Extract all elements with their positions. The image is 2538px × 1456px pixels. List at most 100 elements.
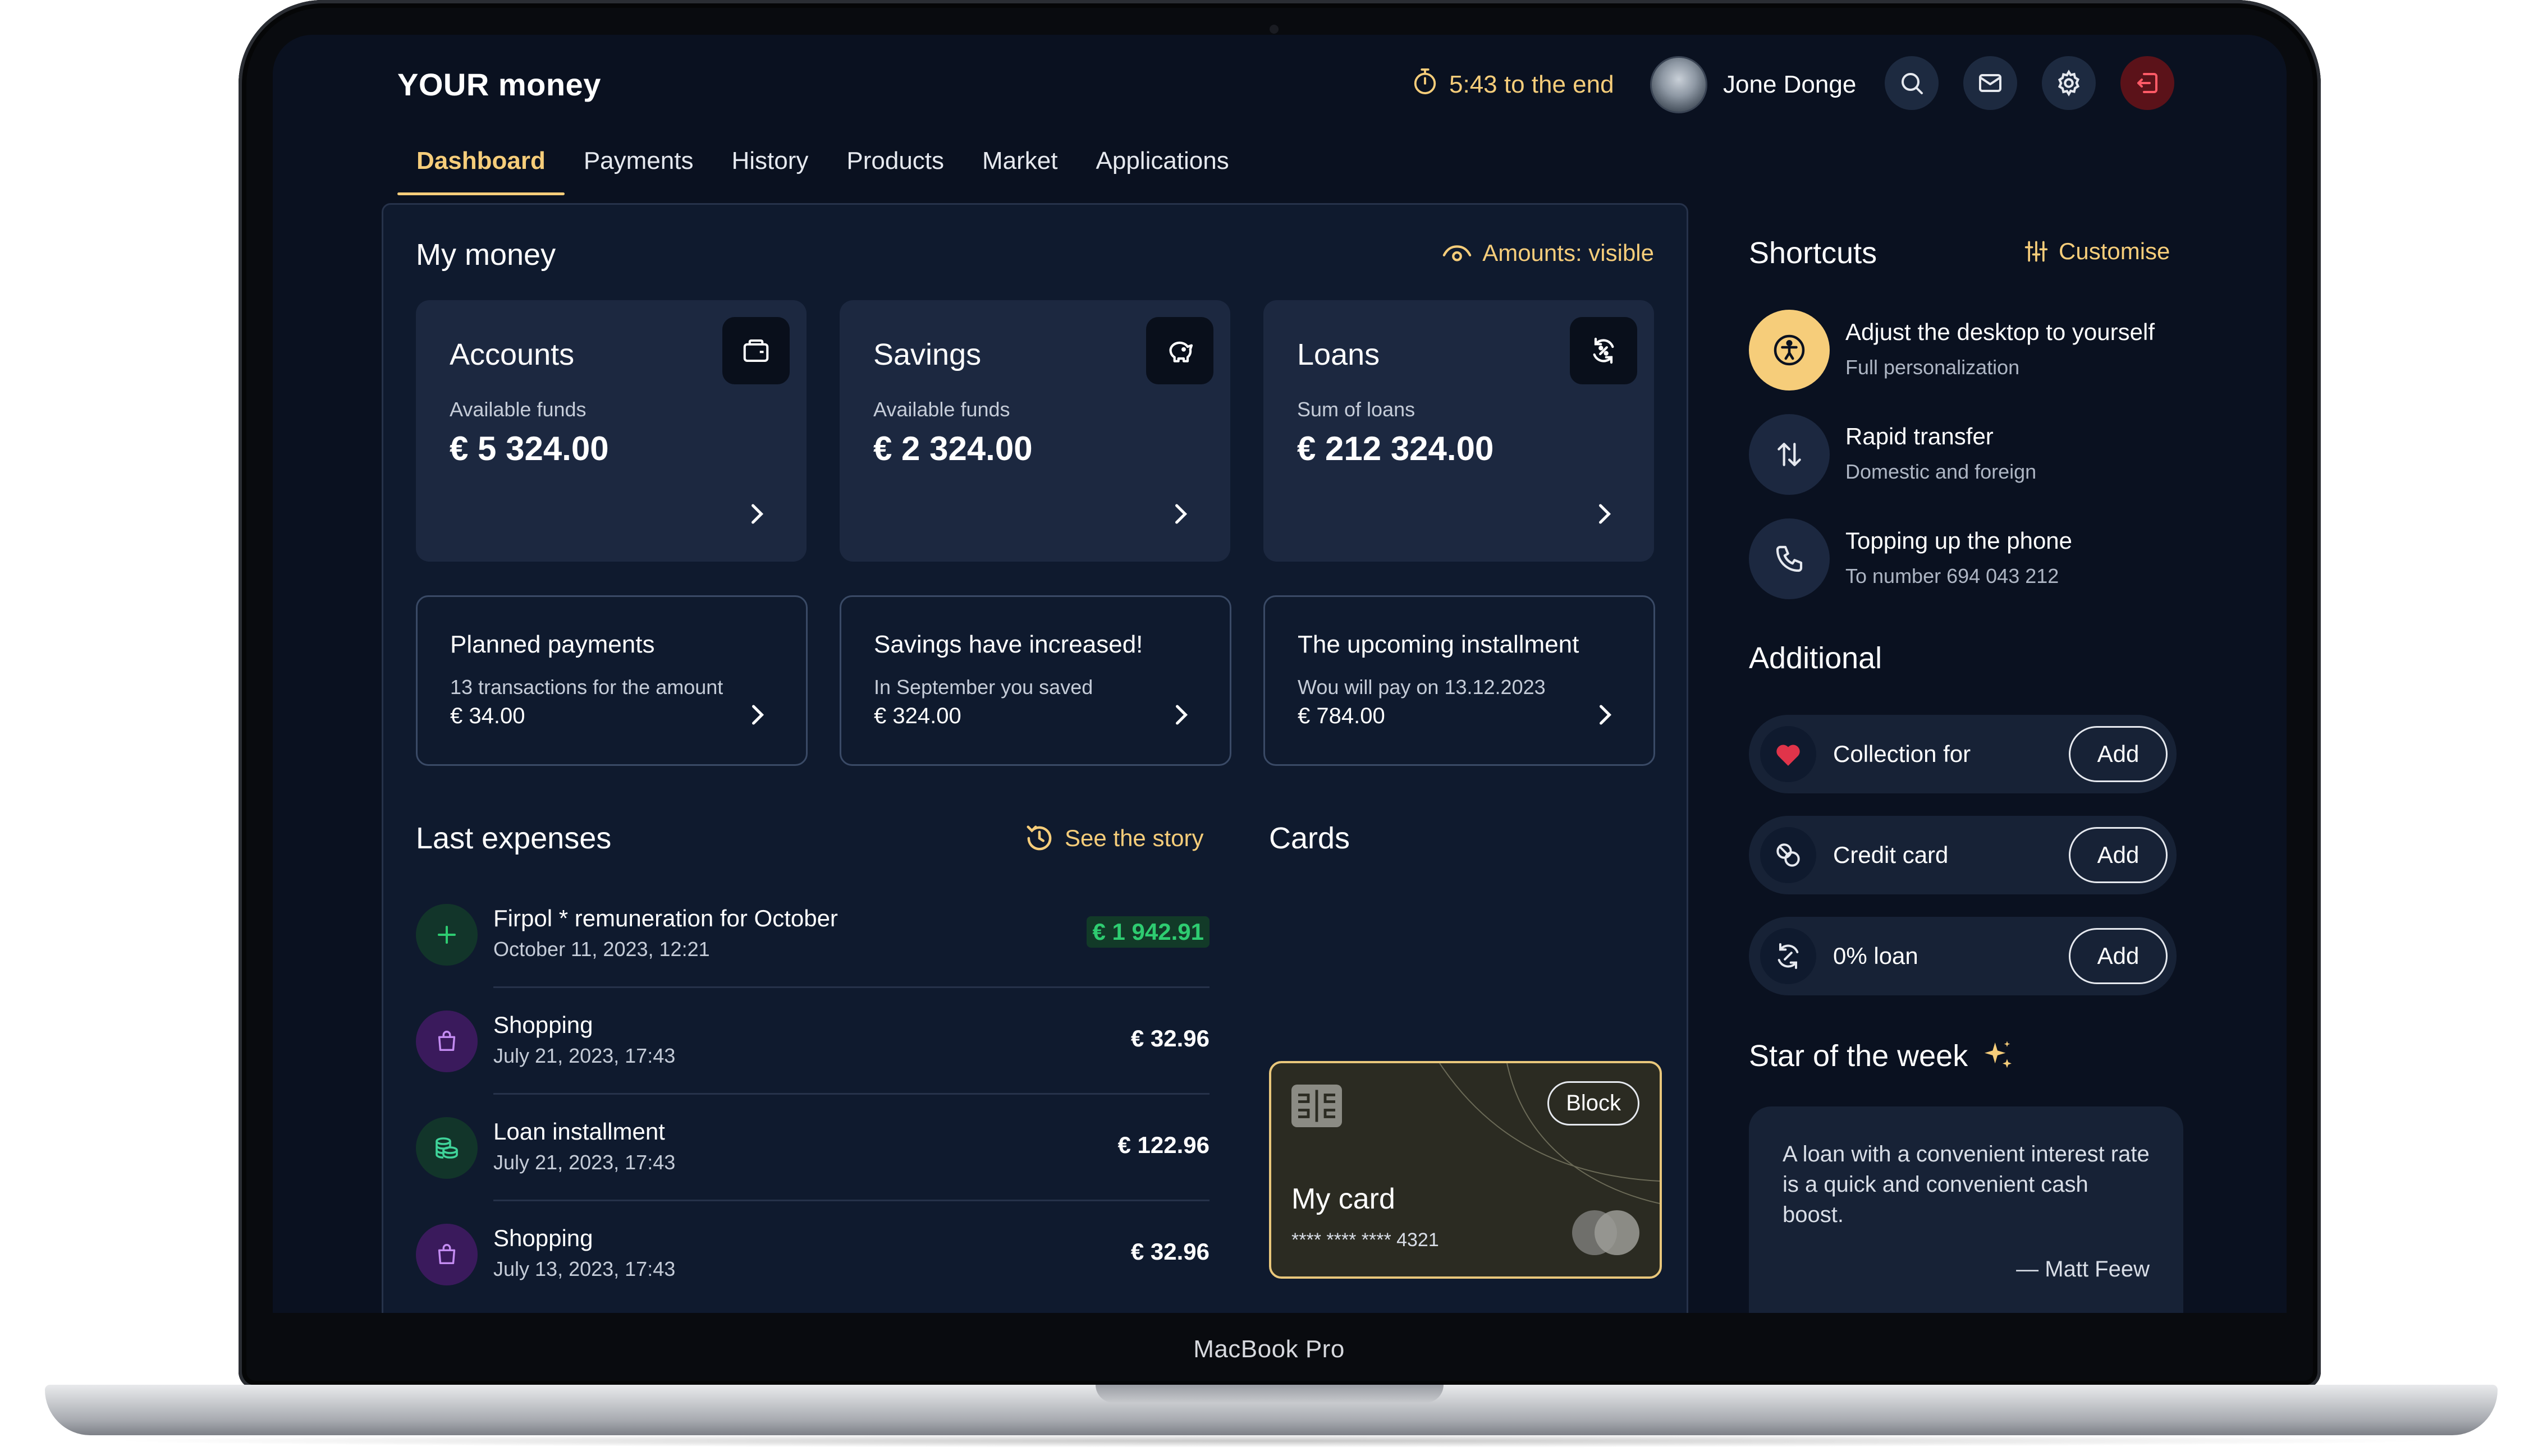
sparkles-icon xyxy=(1985,1041,2012,1068)
shortcut-personalization[interactable]: Adjust the desktop to yourself Full pers… xyxy=(1749,310,2198,394)
heart-icon xyxy=(1760,726,1816,782)
expense-name: Firpol * remuneration for October xyxy=(493,905,838,931)
expense-date: July 21, 2023, 17:43 xyxy=(493,1151,676,1174)
shortcut-subtitle: To number 694 043 212 xyxy=(1845,564,2059,587)
payment-card[interactable]: Block My card **** **** **** 4321 xyxy=(1269,1061,1662,1279)
info-title: The upcoming installment xyxy=(1298,631,1579,658)
user-profile[interactable]: Jone Donge xyxy=(1650,56,1856,113)
brand-logo[interactable]: YOUR money xyxy=(397,66,601,103)
add-collection-button[interactable]: Add xyxy=(2069,726,2168,782)
planned-payments-card[interactable]: Planned payments 13 transactions for the… xyxy=(416,595,808,766)
upcoming-installment-card[interactable]: The upcoming installment Wou will pay on… xyxy=(1263,595,1655,766)
additional-label: Credit card xyxy=(1833,842,1949,868)
expense-date: July 21, 2023, 17:43 xyxy=(493,1044,676,1067)
shortcut-rapid-transfer[interactable]: Rapid transfer Domestic and foreign xyxy=(1749,414,2198,498)
tab-market[interactable]: Market xyxy=(963,147,1076,189)
card-name: My card xyxy=(1291,1183,1395,1215)
settings-button[interactable] xyxy=(2042,56,2096,110)
logout-button[interactable] xyxy=(2120,56,2174,110)
piggy-bank-icon xyxy=(1146,317,1213,384)
card-title: Loans xyxy=(1297,338,1380,371)
app-screen: YOUR money 5:43 to the end Jone Donge Da… xyxy=(273,35,2287,1313)
quote-author: — Matt Feew xyxy=(2016,1257,2150,1282)
messages-button[interactable] xyxy=(1963,56,2017,110)
laptop-notch xyxy=(1096,1385,1444,1403)
chevron-right-icon[interactable] xyxy=(1596,704,1614,729)
tab-dashboard[interactable]: Dashboard xyxy=(397,147,565,195)
info-title: Planned payments xyxy=(450,631,655,658)
chevron-right-icon[interactable] xyxy=(749,704,767,729)
see-story-label: See the story xyxy=(1065,825,1204,851)
wallet-icon xyxy=(722,317,790,384)
info-subtitle: 13 transactions for the amount xyxy=(450,676,723,699)
search-icon xyxy=(1902,73,1923,94)
savings-increased-card[interactable]: Savings have increased! In September you… xyxy=(840,595,1231,766)
logout-icon xyxy=(2137,73,2157,93)
expense-amount: € 122.96 xyxy=(1117,1132,1210,1158)
session-timer: 5:43 to the end xyxy=(1412,67,1614,102)
chevron-right-icon[interactable] xyxy=(748,503,766,528)
info-subtitle: Wou will pay on 13.12.2023 xyxy=(1298,676,1546,699)
info-amount: € 324.00 xyxy=(874,704,961,728)
add-credit-card-button[interactable]: Add xyxy=(2069,827,2168,883)
additional-credit-card: Credit card Add xyxy=(1749,816,2177,894)
sliders-icon xyxy=(2024,241,2048,262)
chevron-right-icon[interactable] xyxy=(1172,704,1190,729)
coins-stack-icon xyxy=(416,1117,478,1179)
customise-link[interactable]: Customise xyxy=(2024,238,2170,265)
main-navigation: Dashboard Payments History Products Mark… xyxy=(397,147,1248,195)
loan-cycle-icon xyxy=(1760,928,1816,984)
shortcut-subtitle: Full personalization xyxy=(1845,356,2020,379)
expense-row-shopping[interactable]: Shopping July 13, 2023, 17:43 € 32.96 xyxy=(416,1201,1210,1308)
tab-applications[interactable]: Applications xyxy=(1077,147,1248,189)
mail-icon xyxy=(1979,74,2001,92)
card-amount: € 212 324.00 xyxy=(1297,430,1494,467)
expense-date: October 11, 2023, 12:21 xyxy=(493,938,710,961)
additional-collection: Collection for Add xyxy=(1749,715,2177,793)
shortcut-subtitle: Domestic and foreign xyxy=(1845,460,2037,483)
expense-row-shopping[interactable]: Shopping July 21, 2023, 17:43 € 32.96 xyxy=(416,988,1210,1095)
shopping-bag-icon xyxy=(416,1011,478,1072)
card-amount: € 5 324.00 xyxy=(450,430,609,467)
last-expenses-title: Last expenses xyxy=(416,821,612,855)
avatar[interactable] xyxy=(1650,56,1707,113)
expense-row-loan[interactable]: Loan installment July 21, 2023, 17:43 € … xyxy=(416,1095,1210,1201)
tab-products[interactable]: Products xyxy=(827,147,963,189)
user-name[interactable]: Jone Donge xyxy=(1723,71,1856,99)
expense-name: Loan installment xyxy=(493,1118,665,1145)
shortcut-phone-topup[interactable]: Topping up the phone To number 694 043 2… xyxy=(1749,518,2198,603)
loan-cycle-icon xyxy=(1570,317,1637,384)
add-zero-loan-button[interactable]: Add xyxy=(2069,928,2168,984)
savings-card[interactable]: Savings Available funds € 2 324.00 xyxy=(840,300,1230,562)
card-amount: € 2 324.00 xyxy=(873,430,1033,467)
accounts-card[interactable]: Accounts Available funds € 5 324.00 xyxy=(416,300,807,562)
see-story-link[interactable]: See the story xyxy=(1024,823,1203,853)
history-clock-icon xyxy=(1027,825,1052,851)
expense-name: Shopping xyxy=(493,1225,593,1251)
tab-payments[interactable]: Payments xyxy=(565,147,713,189)
additional-label: Collection for xyxy=(1833,741,1971,767)
tab-history[interactable]: History xyxy=(712,147,827,189)
chevron-right-icon[interactable] xyxy=(1596,503,1614,528)
star-of-week-title: Star of the week xyxy=(1749,1039,1968,1073)
block-card-button[interactable]: Block xyxy=(1547,1081,1639,1126)
accessibility-icon xyxy=(1749,310,1830,391)
expense-amount: € 32.96 xyxy=(1130,1025,1210,1051)
amounts-visibility-toggle[interactable]: Amounts: visible xyxy=(1442,240,1654,267)
customise-label: Customise xyxy=(2059,238,2170,264)
star-of-week-card[interactable]: A loan with a convenient interest rate i… xyxy=(1749,1106,2183,1313)
card-subtitle: Available funds xyxy=(873,398,1010,421)
chip-icon xyxy=(1291,1085,1342,1127)
stopwatch-icon xyxy=(1412,67,1438,102)
expense-name: Shopping xyxy=(493,1012,593,1038)
shortcuts-title: Shortcuts xyxy=(1749,236,1877,270)
chevron-right-icon[interactable] xyxy=(1172,503,1190,528)
session-timer-text: 5:43 to the end xyxy=(1449,70,1614,98)
star-of-week-header: Star of the week xyxy=(1749,1038,2016,1074)
additional-label: 0% loan xyxy=(1833,943,1918,969)
info-amount: € 784.00 xyxy=(1298,704,1385,728)
expense-row-income[interactable]: Firpol * remuneration for October Octobe… xyxy=(416,881,1210,988)
search-button[interactable] xyxy=(1885,56,1939,110)
loans-card[interactable]: Loans Sum of loans € 212 324.00 xyxy=(1263,300,1654,562)
card-network-logo xyxy=(1572,1210,1639,1255)
